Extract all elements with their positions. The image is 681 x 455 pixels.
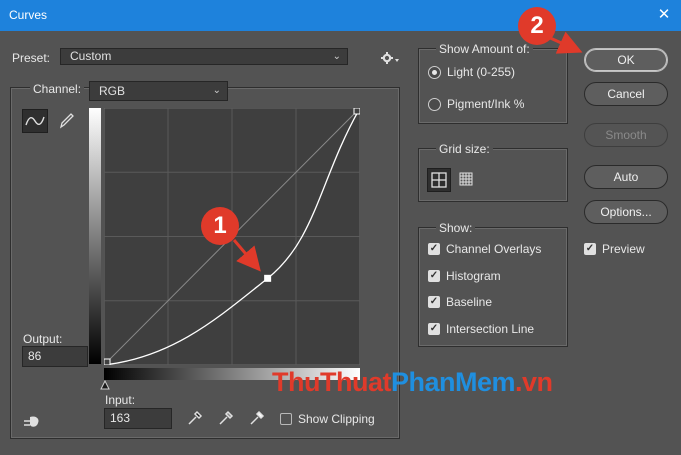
intersection-line-label: Intersection Line: [446, 322, 535, 336]
histogram-label: Histogram: [446, 269, 501, 283]
smooth-button[interactable]: Smooth: [584, 123, 668, 147]
window-title: Curves: [9, 8, 48, 22]
white-eyedropper-icon[interactable]: [248, 409, 266, 430]
baseline-checkbox[interactable]: ✓: [428, 296, 440, 308]
light-radio[interactable]: [428, 66, 441, 79]
ok-button[interactable]: OK: [584, 48, 668, 72]
chevron-down-icon: ⌄: [212, 85, 221, 96]
close-icon[interactable]: ✕: [652, 4, 676, 26]
target-adjustment-icon[interactable]: [20, 413, 44, 434]
channel-value: RGB: [99, 84, 126, 98]
black-eyedropper-icon[interactable]: [186, 409, 204, 430]
output-gradient-bar: [89, 108, 101, 364]
pigment-radio-label: Pigment/Ink %: [447, 97, 525, 111]
histogram-checkbox[interactable]: ✓: [428, 270, 440, 282]
channel-overlays-label: Channel Overlays: [446, 242, 542, 256]
show-clipping-checkbox[interactable]: [280, 413, 292, 425]
preset-value: Custom: [70, 49, 112, 63]
input-label: Input:: [105, 393, 136, 407]
black-point-slider-icon[interactable]: [100, 379, 110, 393]
cancel-button[interactable]: Cancel: [584, 82, 668, 106]
show-clipping-label: Show Clipping: [298, 412, 375, 426]
chevron-down-icon: ⌄: [332, 51, 341, 62]
watermark-part-2: PhanMem: [390, 367, 516, 397]
auto-button[interactable]: Auto: [584, 165, 668, 189]
watermark-part-1: ThuThuat: [272, 367, 391, 397]
grid-quarter-button[interactable]: [427, 168, 451, 192]
baseline-label: Baseline: [446, 295, 493, 309]
curve-point-tool[interactable]: [22, 109, 48, 133]
grid-10-icon: [459, 172, 473, 186]
options-button[interactable]: Options...: [584, 200, 668, 224]
show-title: Show:: [436, 221, 476, 235]
output-field[interactable]: 86: [22, 346, 88, 367]
curve-control-point[interactable]: [104, 358, 111, 365]
pencil-tool[interactable]: [53, 109, 79, 133]
curve-tool-icon: [25, 116, 45, 126]
channel-overlays-checkbox[interactable]: ✓: [428, 243, 440, 255]
grid-size-title: Grid size:: [436, 142, 493, 156]
title-bar: Curves ✕: [0, 0, 681, 31]
preset-dropdown[interactable]: Custom ⌄: [60, 48, 348, 65]
pigment-radio[interactable]: [428, 98, 441, 111]
show-amount-title: Show Amount of:: [436, 42, 533, 56]
step-badge-2: 2: [518, 7, 556, 45]
preset-label: Preset:: [12, 51, 51, 65]
watermark: ThuThuatPhanMem.vn: [272, 362, 553, 402]
output-label: Output:: [23, 332, 63, 346]
gear-icon[interactable]: [380, 50, 400, 66]
grid-tenth-button[interactable]: [454, 168, 478, 192]
grid-4-icon: [431, 172, 447, 188]
watermark-part-3: .vn: [515, 367, 553, 397]
input-field[interactable]: 163: [104, 408, 172, 429]
channel-label: Channel:: [30, 82, 85, 96]
gray-eyedropper-icon[interactable]: [217, 409, 235, 430]
step-badge-1: 1: [201, 207, 239, 245]
preview-checkbox[interactable]: ✓: [584, 243, 596, 255]
light-radio-label: Light (0-255): [447, 65, 516, 79]
preview-label: Preview: [602, 242, 645, 256]
show-amount-group: [418, 48, 568, 124]
channel-dropdown[interactable]: RGB ⌄: [89, 81, 228, 101]
pencil-icon: [59, 113, 74, 129]
curve-control-point[interactable]: [264, 274, 272, 282]
curve-control-point[interactable]: [353, 108, 360, 115]
intersection-line-checkbox[interactable]: ✓: [428, 323, 440, 335]
